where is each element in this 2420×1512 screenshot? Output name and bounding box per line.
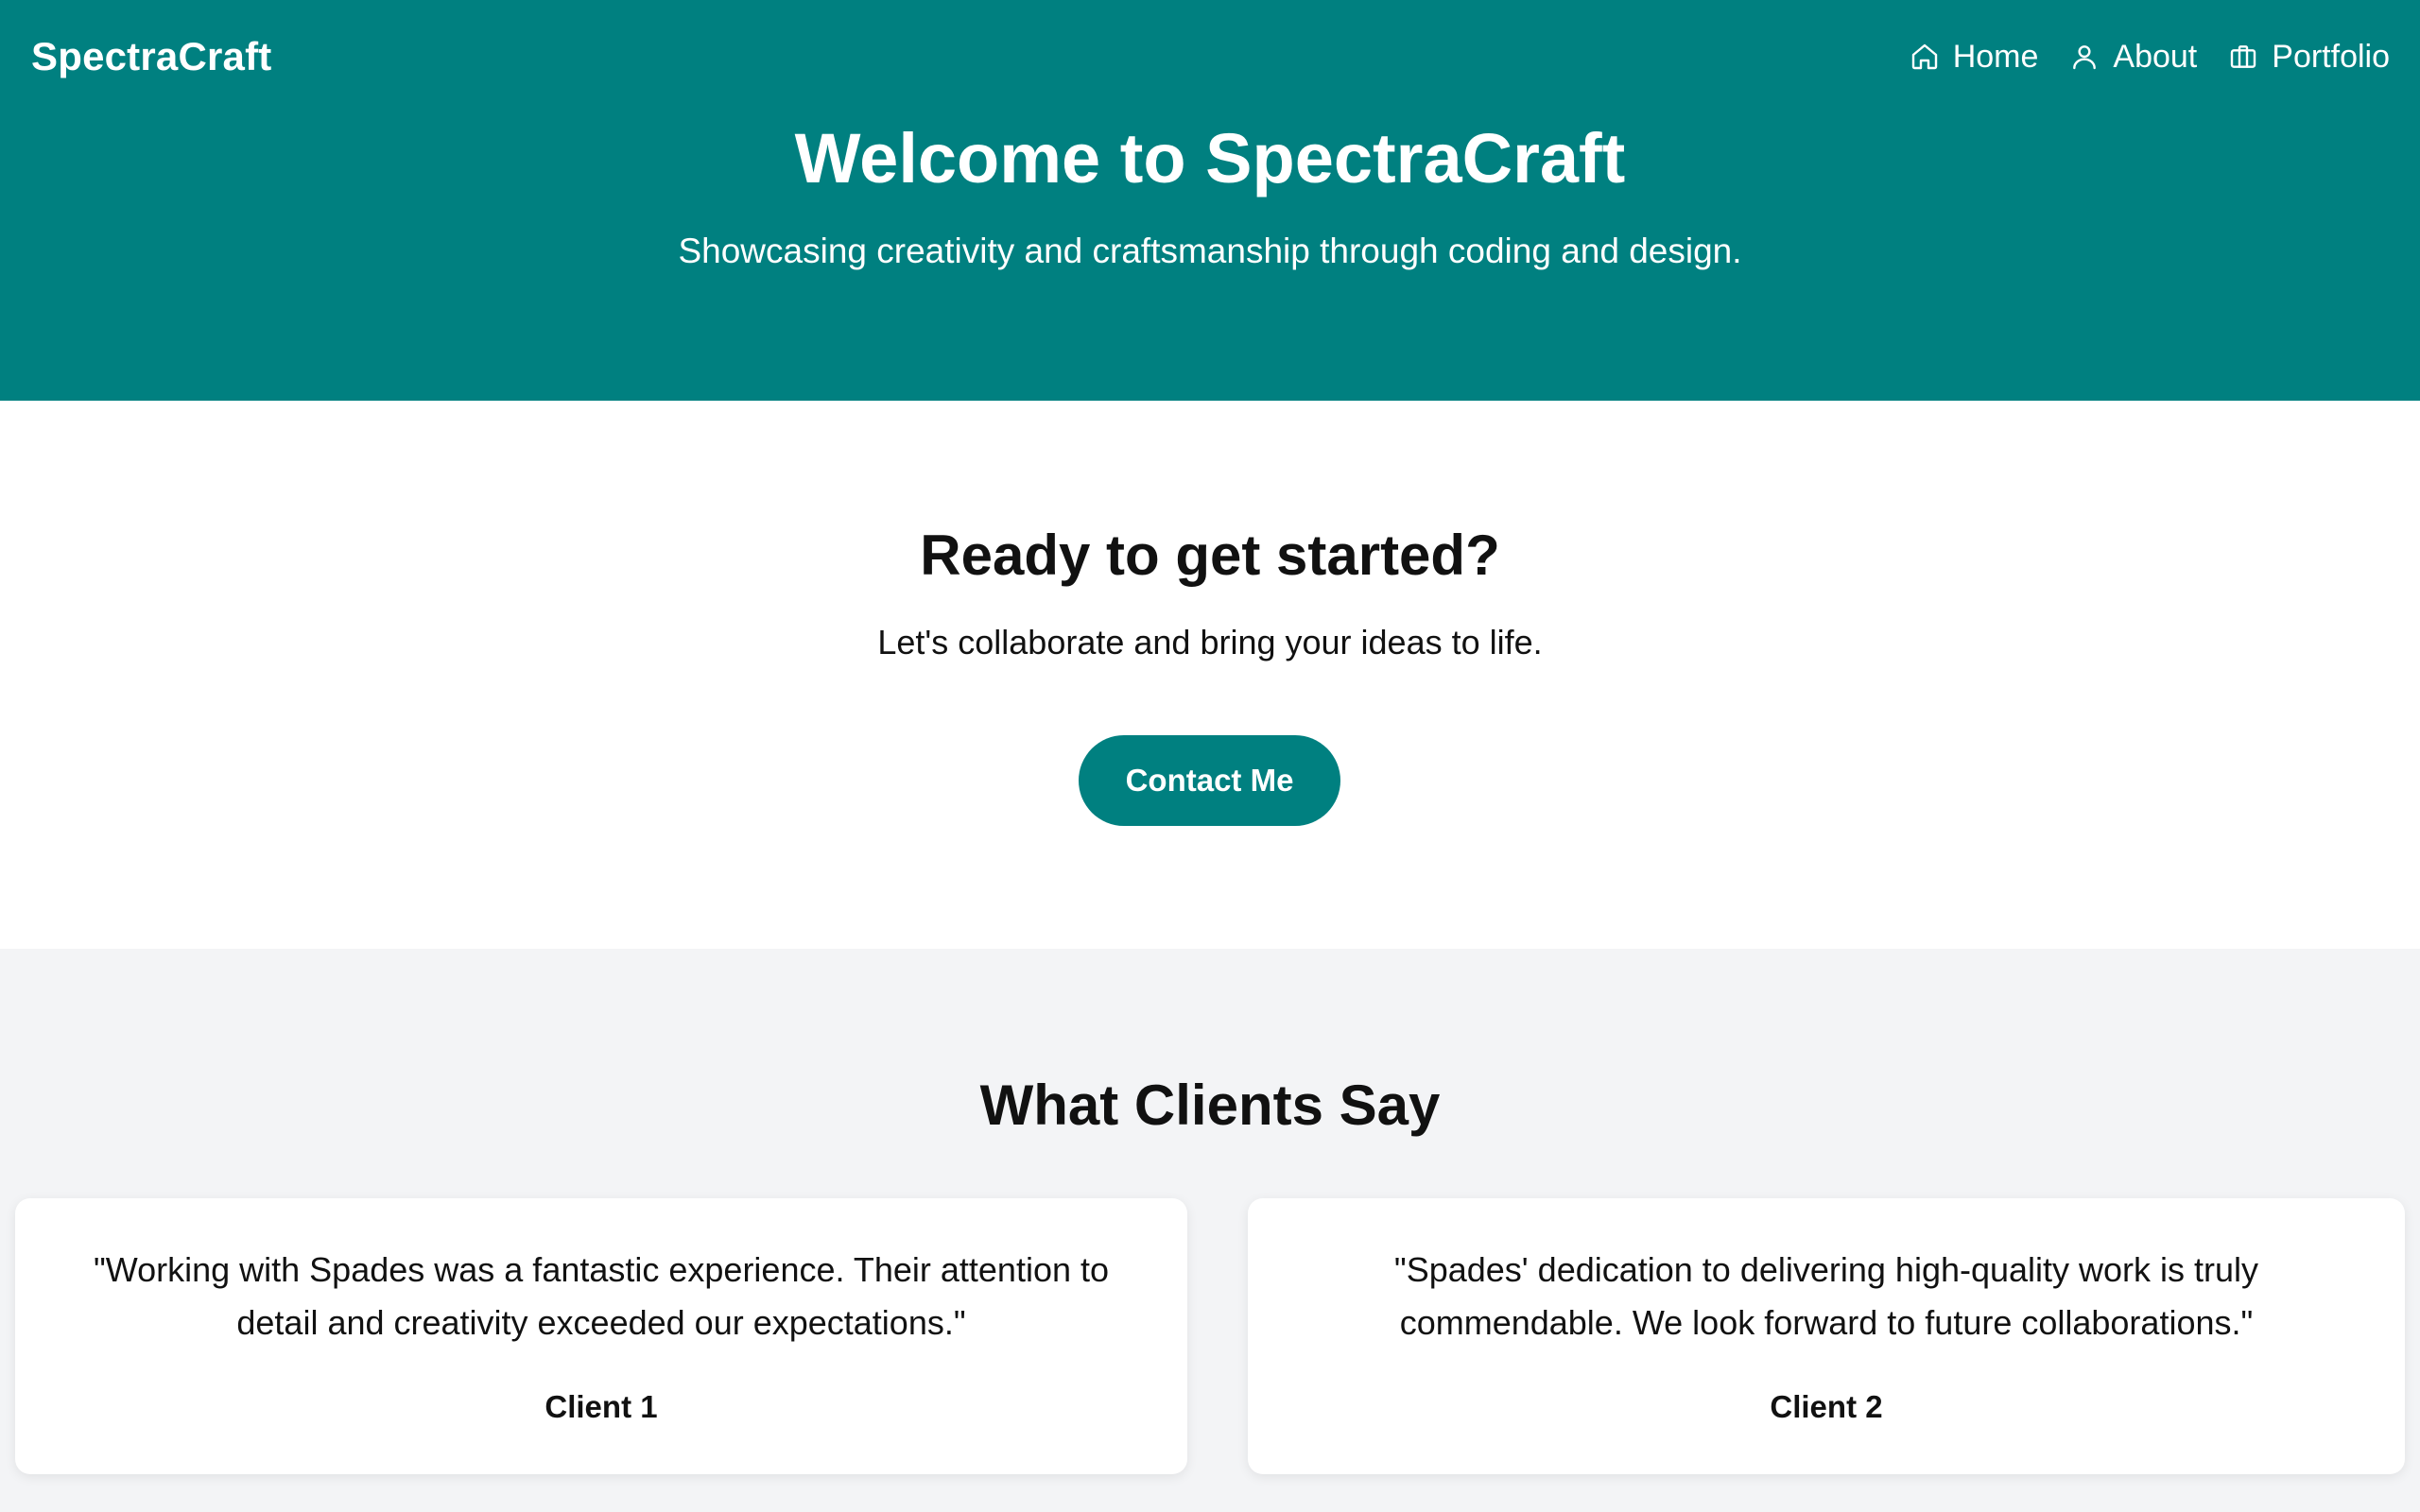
hero-header: SpectraCraft Home About Portfolio Welcom… <box>0 0 2420 401</box>
home-icon <box>1910 42 1940 72</box>
testimonials-section: What Clients Say "Working with Spades wa… <box>0 949 2420 1512</box>
briefcase-icon <box>2228 42 2258 72</box>
hero-subtitle: Showcasing creativity and craftsmanship … <box>678 232 1742 270</box>
main-nav: Home About Portfolio <box>1910 28 2390 85</box>
user-icon <box>2069 42 2100 72</box>
testimonial-client: Client 1 <box>544 1389 658 1424</box>
testimonials-title: What Clients Say <box>979 1074 1441 1137</box>
cta-section: Ready to get started? Let's collaborate … <box>0 401 2420 949</box>
hero-title: Welcome to SpectraCraft <box>794 119 1626 198</box>
testimonial-card: "Working with Spades was a fantastic exp… <box>15 1198 1187 1474</box>
nav-home-label: Home <box>1952 39 2039 75</box>
nav-home[interactable]: Home <box>1910 28 2039 85</box>
testimonial-client: Client 2 <box>1770 1389 1883 1424</box>
testimonial-card: "Spades' dedication to delivering high-q… <box>1248 1198 2405 1474</box>
cta-title: Ready to get started? <box>920 524 1500 587</box>
testimonial-quote: "Working with Spades was a fantastic exp… <box>93 1250 1110 1342</box>
cta-subtitle: Let's collaborate and bring your ideas t… <box>877 623 1543 662</box>
nav-about-label: About <box>2113 39 2198 75</box>
contact-me-button[interactable]: Contact Me <box>1079 735 1340 826</box>
brand-logo[interactable]: SpectraCraft <box>31 28 271 85</box>
nav-portfolio-label: Portfolio <box>2272 39 2390 75</box>
nav-about[interactable]: About <box>2069 28 2197 85</box>
testimonial-quote: "Spades' dedication to delivering high-q… <box>1393 1250 2259 1342</box>
nav-portfolio[interactable]: Portfolio <box>2228 28 2390 85</box>
